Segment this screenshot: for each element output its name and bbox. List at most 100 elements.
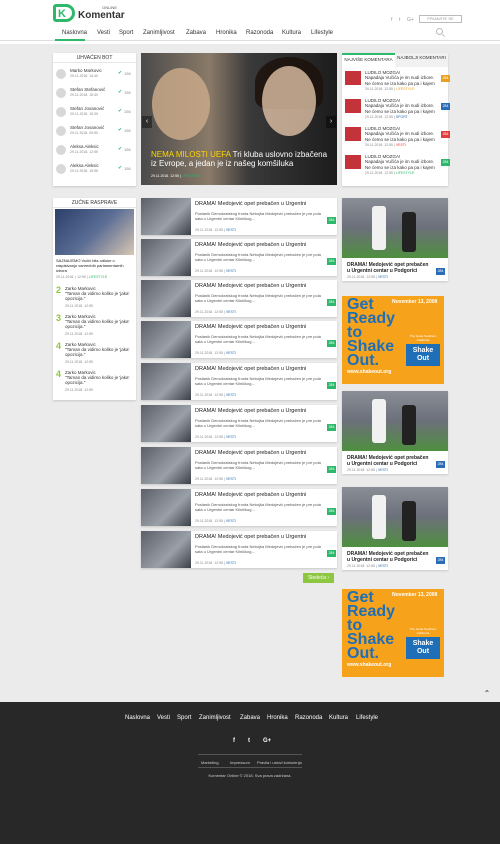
bot-row[interactable]: Aleksa Aleksic 29.11.2018. 15:55 ✔ 156 xyxy=(56,162,131,178)
discussion-item[interactable]: 4 Zarko Markovic "Taman da vidimo koliko j… xyxy=(56,369,133,395)
nav-item-zabava[interactable]: Zabava xyxy=(186,26,206,41)
side-news-meta: 29.11.2018. 12:55 | VESTI xyxy=(347,468,388,472)
news-comment-count: 284 xyxy=(327,466,336,473)
comment-item[interactable]: LUDILO MOZGA! Napadaju Vučića je im nudi … xyxy=(345,126,450,147)
news-item[interactable]: DRAMA! Medojević opet prebačen u Urgentn… xyxy=(141,280,337,317)
login-button[interactable]: PRIJAVITE SE xyxy=(419,15,462,23)
check-icon: ✔ xyxy=(118,165,123,171)
hero-category[interactable]: LIFESTYLE xyxy=(182,174,200,178)
ad-banner[interactable]: Get Ready to Shake Out. November 13, 2008… xyxy=(342,296,444,384)
ad-subline: The Great Southern California xyxy=(409,334,437,342)
bot-row[interactable]: Marko Markovic 29.11.2018. 14:40 ✔ 156 xyxy=(56,67,131,83)
nav-item-sport[interactable]: Sport xyxy=(119,26,133,41)
nav-item-zanimljivost[interactable]: Zanimljivost xyxy=(143,26,175,41)
ad-subline: The Great Southern California xyxy=(409,627,437,635)
footer-nav-razonoda[interactable]: Razonoda xyxy=(295,715,322,721)
footer-nav-vesti[interactable]: Vesti xyxy=(157,715,170,721)
footer-twitter-icon[interactable]: t xyxy=(248,738,250,744)
bot-row[interactable]: Aleksa Aleksic 29.11.2018. 12:55 ✔ 156 xyxy=(56,143,131,159)
comment-item[interactable]: LUDILO MOZGA! Napadaju Vučića je im nudi … xyxy=(345,154,450,175)
news-thumbnail xyxy=(141,198,191,235)
slider-next-button[interactable]: › xyxy=(326,116,336,128)
news-comment-count: 284 xyxy=(327,258,336,265)
discussion-item[interactable]: 2 Zarko Markovic "Taman da vidimo koliko j… xyxy=(56,285,133,311)
discussion-main-image[interactable] xyxy=(55,209,134,255)
news-excerpt: Poslanik Demokratskog fronta Nebojša Med… xyxy=(195,252,321,262)
nav-active-indicator xyxy=(55,39,85,41)
side-news-title: DRAMA! Medojević opet prebačen u Urgentn… xyxy=(347,551,429,563)
bot-date: 29.11.2018. 15:40 xyxy=(70,93,98,97)
comment-meta: 29.11.2018. 12:55 | SPORT xyxy=(365,115,408,119)
facebook-icon[interactable]: f xyxy=(391,17,392,23)
news-meta: 29.11.2018. 12:55 | VESTI xyxy=(195,435,236,439)
news-title: DRAMA! Medojević opet prebačen u Urgentn… xyxy=(195,492,307,498)
side-news-item[interactable]: DRAMA! Medojević opet prebačen u Urgentn… xyxy=(342,391,448,474)
bot-row[interactable]: Stefan Stefanović 29.11.2018. 15:40 ✔ 156 xyxy=(56,86,131,102)
footer-google-plus-icon[interactable]: G+ xyxy=(263,738,271,744)
news-item[interactable]: DRAMA! Medojević opet prebačen u Urgentn… xyxy=(141,489,337,526)
news-item[interactable]: DRAMA! Medojević opet prebačen u Urgentn… xyxy=(141,363,337,400)
tab-best-comments[interactable]: NAJBOLJI KOMENTARI xyxy=(395,53,448,67)
news-item[interactable]: DRAMA! Medojević opet prebačen u Urgentn… xyxy=(141,531,337,568)
footer-nav-kultura[interactable]: Kultura xyxy=(329,715,348,721)
news-title: DRAMA! Medojević opet prebačen u Urgentn… xyxy=(195,283,307,289)
nav-item-razonoda[interactable]: Razonoda xyxy=(246,26,273,41)
side-news-title: DRAMA! Medojević opet prebačen u Urgentn… xyxy=(347,455,429,467)
check-icon: ✔ xyxy=(118,108,123,114)
ad-banner[interactable]: Get Ready to Shake Out. November 13, 2008… xyxy=(342,589,444,677)
logo-text[interactable]: Komentar xyxy=(78,10,125,21)
hero-title[interactable]: NEMA MILOSTI UEFA Tri kluba uslovno izba… xyxy=(151,150,331,168)
bot-row[interactable]: Stefan Jovanović 29.11.2018. 15:39 ✔ 156 xyxy=(56,105,131,121)
check-icon: ✔ xyxy=(118,127,123,133)
discussion-item[interactable]: 4 Zarko Markovic "Taman da vidimo koliko j… xyxy=(56,341,133,367)
slider-prev-button[interactable]: ‹ xyxy=(142,116,152,128)
footer-nav-zanimljivost[interactable]: Zanimljivost xyxy=(199,715,231,721)
google-plus-icon[interactable]: G+ xyxy=(407,17,414,23)
comment-text: Napadaju Vučića je im nudi izbore. Ne će… xyxy=(365,103,435,114)
comment-item[interactable]: LUDILO MOZGA! Napadaju Vučića je im nudi … xyxy=(345,70,450,91)
footer-link-marketing[interactable]: Marketing xyxy=(201,760,219,765)
footer-nav-lifestyle[interactable]: Lifestyle xyxy=(356,715,378,721)
footer-nav-zabava[interactable]: Zabava xyxy=(240,715,260,721)
bot-row[interactable]: Stefan Jovanović 29.11.2018. 09:50 ✔ 156 xyxy=(56,124,131,140)
nav-item-lifestyle[interactable]: Lifestyle xyxy=(311,26,333,41)
next-page-button[interactable]: Sledeća › xyxy=(303,573,334,583)
bot-name: Aleksa Aleksic xyxy=(70,163,99,168)
side-news-item[interactable]: DRAMA! Medojević opet prebačen u Urgentn… xyxy=(342,487,448,570)
ad-badge: Shake Out xyxy=(406,637,440,659)
twitter-icon[interactable]: t xyxy=(399,17,400,23)
comment-count-badge: 284 xyxy=(441,159,450,166)
footer-nav-naslovna[interactable]: Naslovna xyxy=(125,715,150,721)
news-item[interactable]: DRAMA! Medojević opet prebačen u Urgentn… xyxy=(141,239,337,276)
discussion-main-title[interactable]: SAZNAJEMO Vučić bila odluke o raspisivan… xyxy=(56,258,133,273)
news-thumbnail xyxy=(141,280,191,317)
footer-facebook-icon[interactable]: f xyxy=(233,738,235,744)
search-icon[interactable] xyxy=(436,28,443,35)
avatar xyxy=(56,145,66,155)
scroll-top-icon[interactable]: ⌃ xyxy=(482,689,492,699)
nav-item-vesti[interactable]: Vesti xyxy=(97,26,110,41)
nav-item-hronika[interactable]: Hronika xyxy=(216,26,237,41)
comment-item[interactable]: LUDILO MOZGA! Napadaju Vučića je im nudi … xyxy=(345,98,450,119)
news-item[interactable]: DRAMA! Medojević opet prebačen u Urgentn… xyxy=(141,405,337,442)
footer-link-impressum[interactable]: Impressum xyxy=(230,760,250,765)
news-title: DRAMA! Medojević opet prebačen u Urgentn… xyxy=(195,450,307,456)
tab-most-comments[interactable]: NAJVIŠE KOMENTARA xyxy=(342,53,395,67)
logo-icon[interactable]: K xyxy=(53,4,75,22)
hero-meta: 29.11.2018. 12:55 | LIFESTYLE xyxy=(151,174,201,178)
hero-title-highlight: NEMA MILOSTI UEFA xyxy=(151,150,231,159)
news-title: DRAMA! Medojević opet prebačen u Urgentn… xyxy=(195,534,307,540)
nav-item-kultura[interactable]: Kultura xyxy=(282,26,301,41)
avatar xyxy=(56,69,66,79)
news-item[interactable]: DRAMA! Medojević opet prebačen u Urgentn… xyxy=(141,198,337,235)
discussion-item[interactable]: 3 Zarko Markovic "Taman da vidimo koliko j… xyxy=(56,313,133,339)
news-item[interactable]: DRAMA! Medojević opet prebačen u Urgentn… xyxy=(141,447,337,484)
footer-nav-sport[interactable]: Sport xyxy=(177,715,191,721)
footer-nav-hronika[interactable]: Hronika xyxy=(267,715,288,721)
news-thumbnail xyxy=(141,363,191,400)
side-news-item[interactable]: DRAMA! Medojević opet prebačen u Urgentn… xyxy=(342,198,448,281)
news-thumbnail xyxy=(141,489,191,526)
footer-link-terms[interactable]: Pravila i uslovi korisćenja xyxy=(257,760,302,765)
bot-date: 29.11.2018. 15:55 xyxy=(70,169,98,173)
news-item[interactable]: DRAMA! Medojević opet prebačen u Urgentn… xyxy=(141,321,337,358)
